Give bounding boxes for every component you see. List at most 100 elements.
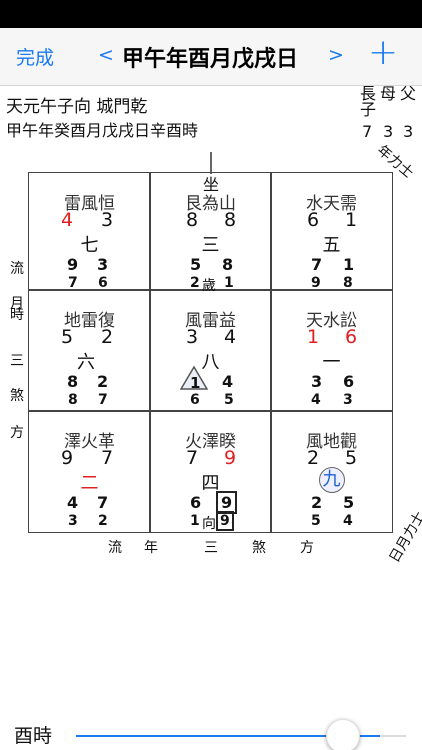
monthly-star-left: 5 (311, 513, 321, 529)
side-col1-chars: 長子 (360, 84, 377, 119)
annual-star-left: 2 (311, 493, 323, 512)
next-arrow-icon[interactable]: > (328, 44, 344, 66)
palace-cell[interactable]: 天水訟 1 6 一 3 6 4 3 (271, 290, 392, 410)
monthly-star-right: 5 (224, 392, 234, 408)
monthly-star-left: 7 (68, 275, 78, 291)
monthly-star-right: 7 (98, 392, 108, 408)
annual-star-left: 1 (190, 374, 201, 392)
xiang-marker: 向 (202, 516, 216, 532)
period-star: 三 (201, 235, 220, 256)
info-line-2: 甲午年癸酉月戊戌日辛酉時 (6, 121, 199, 140)
mountain-star: 4 (61, 209, 74, 231)
left-label-fang: 方 (10, 425, 24, 441)
monthly-star-right: 6 (98, 275, 108, 291)
monthly-star-left: 3 (68, 513, 78, 529)
time-label: 酉時 (14, 725, 53, 747)
nine-palace-grid: 雷風恒 4 3 七 9 3 7 6 艮為山 8 8 三 5 8 2 歲 1 水天… (28, 172, 393, 533)
annual-star-left: 4 (67, 493, 79, 512)
palace-cell[interactable]: 風地觀 2 5 九 2 5 5 4 (271, 411, 392, 531)
mountain-star: 3 (186, 326, 199, 348)
annual-star-left: 7 (311, 255, 323, 274)
monthly-star-left: 6 (190, 392, 200, 408)
monthly-star-right: 1 (224, 275, 234, 291)
annual-star-right: 3 (97, 255, 109, 274)
prev-arrow-icon[interactable]: < (98, 44, 114, 66)
palace-cell[interactable]: 水天需 6 1 五 7 1 9 8 (271, 173, 392, 293)
annual-star-left: 6 (190, 493, 202, 512)
monthly-star-right: 4 (343, 513, 353, 529)
palace-cell[interactable]: 風雷益 3 4 八 1 4 6 5 (150, 290, 271, 410)
side-col2-chars: 母 (380, 84, 397, 103)
monthly-star-left: 1 (190, 513, 200, 529)
monthly-star-right: 2 (98, 513, 108, 529)
palace-cell[interactable]: 火澤睽 7 9 四 6 9 1 向 9 (150, 411, 271, 532)
monthly-star-right: 3 (343, 392, 353, 408)
hexagram-name: 地雷復 (64, 311, 115, 331)
water-star: 3 (101, 209, 114, 231)
hexagram-name: 火澤睽 (185, 432, 236, 452)
period-star: 四 (201, 473, 220, 494)
mountain-star: 5 (61, 326, 74, 348)
annual-star-right: 1 (343, 255, 355, 274)
monthly-star-right: 8 (343, 275, 353, 291)
done-button[interactable]: 完成 (16, 43, 54, 70)
monthly-star-left: 9 (311, 275, 321, 291)
monthly-star-left: 4 (311, 392, 321, 408)
side-col2-num: 3 (383, 122, 394, 141)
side-col3-chars: 父 (400, 84, 417, 103)
water-star: 1 (345, 209, 358, 231)
hexagram-name: 艮為山 (185, 194, 236, 214)
hexagram-name: 風雷益 (185, 311, 236, 331)
water-star: 5 (345, 447, 358, 469)
water-star: 8 (224, 209, 237, 231)
period-star: 九 (271, 467, 392, 493)
water-star: 2 (101, 326, 114, 348)
hexagram-name: 風地觀 (306, 432, 357, 452)
mountain-star: 6 (307, 209, 320, 231)
annual-star-right: 6 (343, 372, 355, 391)
hexagram-name: 水天需 (306, 194, 357, 214)
bottom-label-liu: 流 (108, 540, 122, 556)
period-star: 五 (322, 235, 341, 256)
annual-star-right: 2 (97, 372, 109, 391)
info-line-1: 天元午子向 城門乾 (6, 97, 148, 117)
nav-bar: 完成 < 甲午年酉月戊戌日 > + (0, 28, 422, 86)
period-star: 七 (80, 235, 99, 256)
status-bar (0, 0, 422, 28)
period-star: 一 (322, 352, 341, 373)
mountain-star: 2 (307, 447, 320, 469)
water-star: 6 (345, 326, 358, 348)
palace-cell[interactable]: 雷風恒 4 3 七 9 3 7 6 (29, 173, 150, 293)
annual-star-left: 3 (311, 372, 323, 391)
side-col1-num: 7 (362, 122, 373, 141)
annual-star-right: 7 (97, 493, 109, 512)
annual-star-right: 5 (343, 493, 355, 512)
period-star: 八 (201, 352, 220, 373)
annual-star-left: 5 (190, 255, 202, 274)
left-label-san: 三 (10, 353, 24, 369)
annual-star-right: 4 (222, 372, 234, 391)
annual-star-right: 8 (222, 255, 234, 274)
left-label-sha: 煞 (10, 388, 24, 404)
water-star: 9 (224, 447, 237, 469)
water-star: 7 (101, 447, 114, 469)
mountain-star: 8 (186, 209, 199, 231)
monthly-star-left: 8 (68, 392, 78, 408)
bottom-label-nian: 年 (144, 540, 158, 556)
page-title: 甲午年酉月戊戌日 (122, 47, 299, 72)
circle-nine-icon: 九 (318, 467, 345, 493)
add-button[interactable]: + (368, 32, 398, 73)
annual-star-left: 9 (67, 255, 79, 274)
left-label-shi: 時 (10, 307, 24, 323)
bottom-label-sha: 煞 (252, 540, 266, 556)
mountain-star: 1 (307, 326, 320, 348)
monthly-star-right: 9 (216, 511, 234, 531)
monthly-star-left: 2 (190, 275, 200, 291)
palace-cell[interactable]: 澤火革 9 7 二 4 7 3 2 (29, 411, 150, 531)
slider-thumb[interactable] (326, 719, 360, 750)
hexagram-name: 雷風恒 (64, 194, 115, 214)
palace-cell[interactable]: 艮為山 8 8 三 5 8 2 歲 1 (150, 173, 271, 294)
palace-cell[interactable]: 地雷復 5 2 六 8 2 8 7 (29, 290, 150, 410)
left-label-liu: 流 (10, 261, 24, 277)
mountain-star: 9 (61, 447, 74, 469)
